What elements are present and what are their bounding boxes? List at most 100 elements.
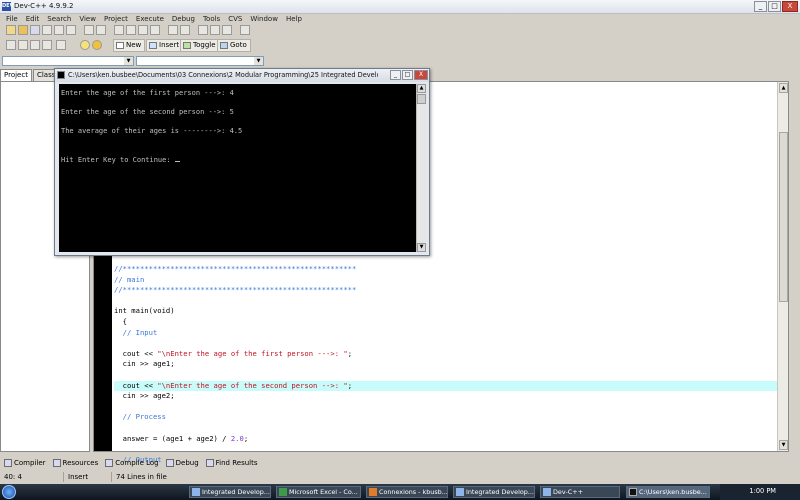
about-icon[interactable] (92, 40, 102, 50)
rebuild-icon[interactable] (42, 40, 52, 50)
add-to-project-icon[interactable] (168, 25, 178, 35)
window-icon (456, 488, 464, 496)
taskbar-item[interactable]: Microsoft Excel - Co... (276, 486, 361, 498)
menu-file[interactable]: File (2, 14, 22, 24)
minimize-button[interactable]: _ (754, 1, 767, 12)
compile-icon[interactable] (6, 40, 16, 50)
back-icon[interactable] (198, 25, 208, 35)
save-icon[interactable] (30, 25, 40, 35)
code-string: "\nEnter the age of the first person ---… (157, 348, 348, 358)
menu-cvs[interactable]: CVS (224, 14, 246, 24)
project-options-icon[interactable] (222, 25, 232, 35)
console-window[interactable]: C:\Users\ken.busbee\Documents\03 Connexi… (54, 68, 430, 256)
find-icon[interactable] (114, 25, 124, 35)
compile-log-icon (105, 459, 114, 467)
scroll-up-icon[interactable]: ▲ (779, 83, 788, 93)
chevron-down-icon: ▼ (124, 57, 133, 65)
console-maximize-button[interactable]: □ (402, 70, 413, 80)
bookmark-icon (183, 42, 191, 49)
scroll-thumb[interactable] (417, 94, 426, 104)
menu-search[interactable]: Search (43, 14, 75, 24)
tab-label: Compile Log (115, 459, 159, 467)
start-button[interactable] (2, 485, 16, 499)
taskbar-item-active[interactable]: C:\Users\ken.busbe... (626, 486, 710, 498)
help-icon[interactable] (80, 40, 90, 50)
console-line: Enter the age of the second person -->: … (61, 108, 234, 117)
chevron-down-icon: ▼ (254, 57, 263, 65)
code-area[interactable]: //**************************************… (114, 264, 788, 465)
open-folder-icon[interactable] (18, 25, 28, 35)
console-minimize-button[interactable]: _ (390, 70, 401, 80)
new-project-icon[interactable] (6, 25, 16, 35)
taskbar-item[interactable]: Dev-C++ (540, 486, 620, 498)
menu-window[interactable]: Window (246, 14, 282, 24)
debug-icon (165, 459, 174, 467)
tab-find-results[interactable]: Find Results (204, 457, 261, 469)
scroll-thumb[interactable] (779, 132, 788, 302)
editor-scrollbar[interactable]: ▲ ▼ (777, 82, 788, 451)
insert-button-label: Insert (159, 41, 180, 49)
taskbar-label: Integrated Develop... (202, 488, 270, 496)
new-file-icon (116, 42, 124, 49)
console-output[interactable]: Enter the age of the first person --->: … (59, 84, 416, 252)
menu-tools[interactable]: Tools (199, 14, 224, 24)
console-scrollbar[interactable]: ▲ ▼ (416, 84, 426, 252)
new-button-label: New (126, 41, 142, 49)
tab-compile-log[interactable]: Compile Log (103, 457, 161, 469)
toggle-button[interactable]: Toggle (180, 39, 220, 52)
goto-button[interactable]: Goto (217, 39, 251, 52)
maximize-button[interactable]: □ (768, 1, 781, 12)
menu-execute[interactable]: Execute (132, 14, 168, 24)
compile-run-icon[interactable] (30, 40, 40, 50)
tab-project[interactable]: Project (0, 69, 32, 81)
find-next-icon[interactable] (138, 25, 148, 35)
taskbar-item[interactable]: Connexions - kbusb... (366, 486, 448, 498)
goto-line-icon[interactable] (150, 25, 160, 35)
scroll-down-icon[interactable]: ▼ (779, 440, 788, 450)
code-token: ; (347, 380, 353, 390)
tab-compiler[interactable]: Compiler (2, 457, 49, 469)
bottom-tabs: Compiler Resources Compile Log Debug Fin… (0, 457, 261, 469)
console-prompt-line: Hit Enter Key to Continue: (61, 156, 414, 166)
undo-icon[interactable] (84, 25, 94, 35)
run-icon[interactable] (18, 40, 28, 50)
forward-icon[interactable] (210, 25, 220, 35)
menu-edit[interactable]: Edit (22, 14, 44, 24)
remove-from-project-icon[interactable] (180, 25, 190, 35)
replace-icon[interactable] (126, 25, 136, 35)
console-close-button[interactable]: X (414, 70, 428, 80)
menu-help[interactable]: Help (282, 14, 306, 24)
scroll-down-icon[interactable]: ▼ (417, 243, 426, 252)
check-icon[interactable] (56, 40, 66, 50)
menu-project[interactable]: Project (100, 14, 132, 24)
taskbar-label: C:\Users\ken.busbe... (639, 488, 707, 496)
class-combo[interactable]: ▼ (2, 56, 134, 66)
insert-icon (149, 42, 157, 49)
redo-icon[interactable] (96, 25, 106, 35)
code-line: answer = (age1 + age2) / 2.0; (114, 434, 788, 445)
close-button[interactable]: X (782, 1, 798, 12)
print-icon[interactable] (66, 25, 76, 35)
taskbar-item[interactable]: Integrated Develop... (189, 486, 271, 498)
class-browser-icon[interactable] (240, 25, 250, 35)
member-combo[interactable]: ▼ (136, 56, 264, 66)
taskbar-item[interactable]: Integrated Develop... (453, 486, 535, 498)
clock[interactable]: 1:00 PM (749, 487, 776, 495)
tab-resources[interactable]: Resources (51, 457, 102, 469)
devcpp-icon (543, 488, 551, 496)
code-string: "\nEnter the age of the second person --… (157, 380, 348, 390)
scroll-up-icon[interactable]: ▲ (417, 84, 426, 93)
new-button[interactable]: New (113, 39, 146, 52)
save-all-icon[interactable] (42, 25, 52, 35)
tab-debug[interactable]: Debug (164, 457, 202, 469)
menu-view[interactable]: View (75, 14, 100, 24)
menu-debug[interactable]: Debug (168, 14, 199, 24)
insert-button[interactable]: Insert (146, 39, 184, 52)
close-file-icon[interactable] (54, 25, 64, 35)
console-title-bar[interactable]: C:\Users\ken.busbee\Documents\03 Connexi… (55, 69, 429, 82)
